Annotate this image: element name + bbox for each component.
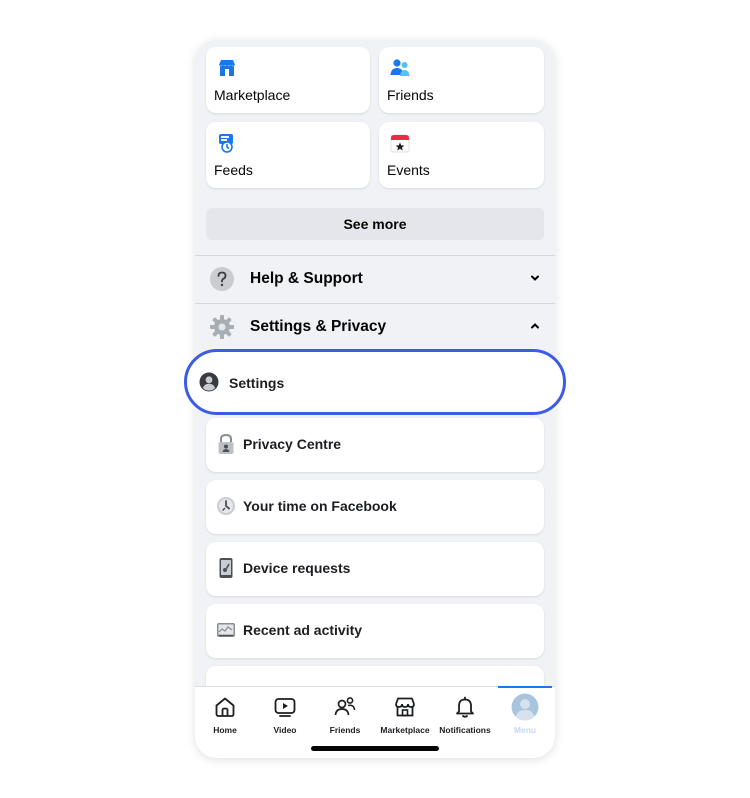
shortcut-friends[interactable]: Friends	[379, 47, 544, 113]
tab-video[interactable]: Video	[255, 687, 315, 743]
profile-icon	[199, 372, 219, 392]
item-label: Your time on Facebook	[243, 498, 397, 514]
tab-label: Menu	[513, 725, 537, 735]
chevron-down-icon	[531, 275, 539, 281]
shortcut-label: Feeds	[214, 162, 253, 178]
feeds-icon	[219, 134, 233, 153]
question-icon	[210, 267, 234, 291]
marketplace-icon	[219, 60, 235, 76]
tab-label: Video	[273, 725, 297, 735]
store-icon	[395, 697, 415, 717]
section-label: Settings & Privacy	[250, 318, 387, 335]
video-icon	[274, 698, 296, 717]
tab-label: Notifications	[439, 725, 491, 735]
help-support-row[interactable]: Help & Support	[195, 256, 555, 300]
events-icon	[390, 134, 410, 153]
shortcut-label: Friends	[387, 87, 434, 103]
shortcut-label: Events	[387, 162, 430, 178]
gear-icon	[210, 315, 234, 339]
shortcut-marketplace[interactable]: Marketplace	[206, 47, 370, 113]
tab-marketplace[interactable]: Marketplace	[375, 687, 435, 743]
tab-home[interactable]: Home	[195, 687, 255, 743]
item-label: Privacy Centre	[243, 436, 342, 452]
section-label: Help & Support	[250, 270, 363, 287]
settings-item[interactable]: Settings	[184, 349, 566, 415]
tab-menu[interactable]: Menu	[495, 687, 555, 743]
chevron-up-icon	[531, 323, 539, 329]
tab-friends[interactable]: Friends	[315, 687, 375, 743]
home-indicator	[311, 746, 439, 751]
device-icon	[219, 558, 233, 578]
tab-label: Home	[213, 725, 237, 735]
shortcut-feeds[interactable]: Feeds	[206, 122, 370, 188]
device-requests-item[interactable]: Device requests	[206, 542, 544, 596]
friends-outline-icon	[334, 697, 356, 716]
friends-icon	[390, 59, 410, 76]
shortcut-events[interactable]: Events	[379, 122, 544, 188]
privacy-centre-item[interactable]: Privacy Centre	[206, 418, 544, 472]
settings-privacy-row[interactable]: Settings & Privacy	[195, 304, 555, 348]
bottom-tab-bar: Home Video Friends Marketplace Notificat…	[195, 686, 555, 758]
item-label: Recent ad activity	[243, 622, 363, 638]
tab-notifications[interactable]: Notifications	[435, 687, 495, 743]
shortcut-label: Marketplace	[214, 87, 291, 103]
tab-label: Marketplace	[380, 725, 430, 735]
see-more-button[interactable]: See more	[206, 208, 544, 240]
ad-activity-icon	[217, 623, 235, 637]
your-time-item[interactable]: Your time on Facebook	[206, 480, 544, 534]
tab-label: Friends	[329, 725, 361, 735]
item-label: Settings	[229, 375, 285, 391]
bell-icon	[456, 696, 474, 718]
item-label: Device requests	[243, 560, 351, 576]
lock-icon	[218, 433, 234, 454]
home-icon	[215, 697, 235, 717]
recent-ad-activity-item[interactable]: Recent ad activity	[206, 604, 544, 658]
avatar-icon	[511, 693, 539, 721]
clock-icon	[217, 497, 235, 515]
